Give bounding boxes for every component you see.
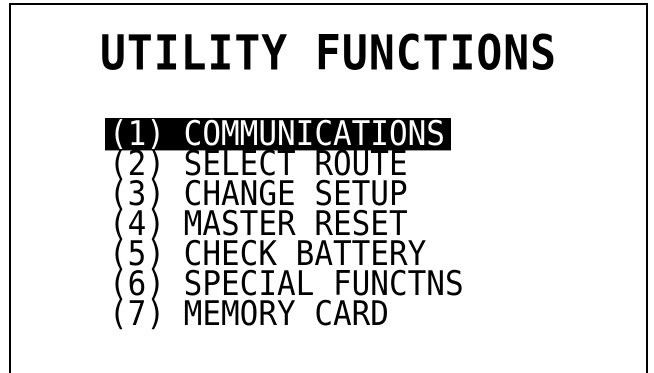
menu-row-1: (1) COMMUNICATIONS — [105, 117, 464, 151]
lcd-screen: UTILITY FUNCTIONS (1) COMMUNICATIONS (2)… — [9, 3, 648, 373]
menu-row-7: (7) MEMORY CARD — [109, 297, 464, 330]
menu-row-6: (6) SPECIAL FUNCTNS — [109, 267, 464, 300]
menu-row-4: (4) MASTER RESET — [109, 207, 464, 240]
menu-item-memory-card[interactable]: (7) MEMORY CARD — [109, 297, 464, 330]
menu-row-3: (3) CHANGE SETUP — [109, 177, 464, 210]
utility-menu: (1) COMMUNICATIONS (2) SELECT ROUTE (3) … — [105, 117, 464, 331]
menu-item-label: MEMORY CARD — [183, 294, 389, 334]
page-title: UTILITY FUNCTIONS — [99, 25, 558, 82]
menu-row-5: (5) CHECK BATTERY — [109, 237, 464, 270]
menu-row-2: (2) SELECT ROUTE — [109, 147, 464, 180]
menu-item-number: (7) — [109, 294, 165, 334]
